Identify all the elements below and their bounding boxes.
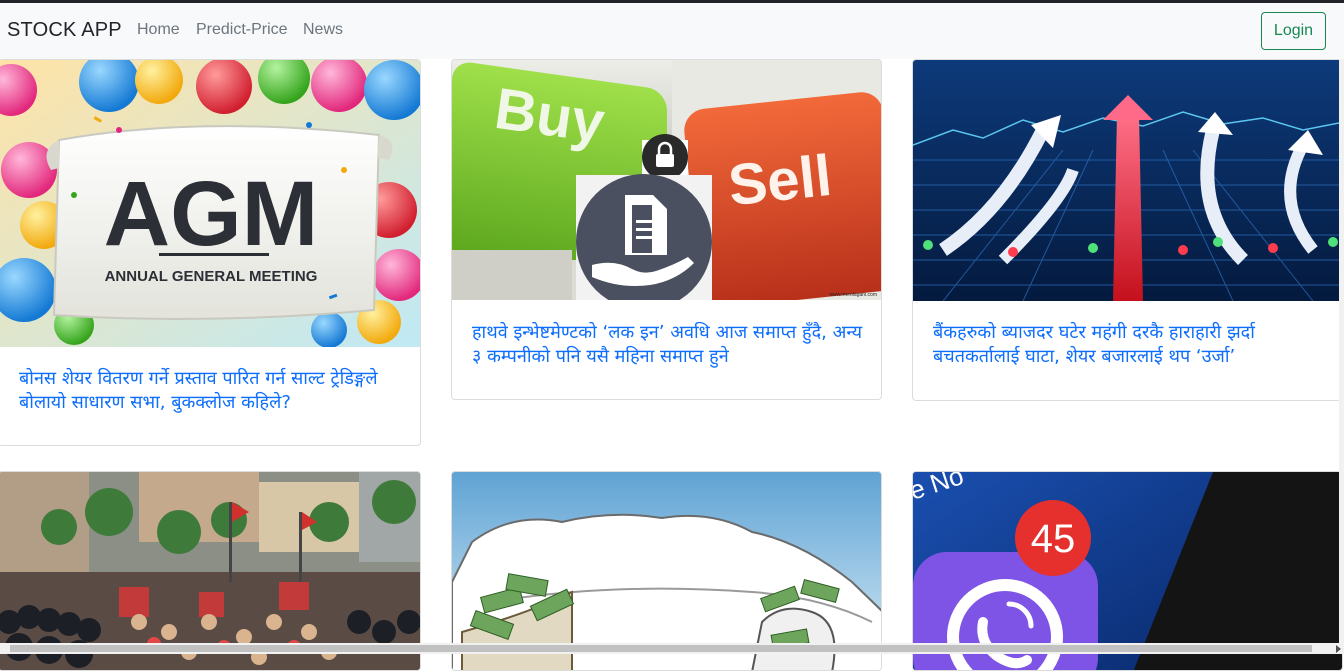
scroll-right-arrow-icon[interactable] <box>1336 645 1341 653</box>
horizontal-scrollbar[interactable] <box>0 643 1344 654</box>
sell-key-text: Sell <box>725 143 834 218</box>
vertical-scrollbar[interactable] <box>1339 59 1344 643</box>
login-button[interactable]: Login <box>1261 12 1326 50</box>
news-card-title[interactable]: हाथवे इन्भेष्टमेण्टको ‘लक इन’ अवधि आज सम… <box>472 321 867 369</box>
brand-logo[interactable]: STOCK APP <box>7 19 122 42</box>
news-card-title[interactable]: बैंकहरुको ब्याजदर घटेर महंगी दरकै हाराहा… <box>933 321 1328 369</box>
news-card-protest[interactable] <box>0 471 421 671</box>
buy-sell-keys-image[interactable]: Buy Sell www.merolagani.com <box>452 60 881 300</box>
news-card-money[interactable] <box>451 471 882 671</box>
news-card-buy-sell[interactable]: Buy Sell www.merolagani.com हाथवे इन्भेष… <box>451 59 882 400</box>
viber-notification-image[interactable]: e No 45 <box>913 472 1342 670</box>
agm-balloons-image[interactable]: AGM ANNUAL GENERAL MEETING <box>0 60 420 347</box>
news-card-agm[interactable]: AGM ANNUAL GENERAL MEETING बोनस शेयर वित… <box>0 59 421 446</box>
agm-heading-text: AGM <box>104 163 319 265</box>
nav-link-news[interactable]: News <box>303 21 343 39</box>
navbar: STOCK APP Home Predict-Price News Login <box>0 3 1344 59</box>
rising-arrows-image[interactable] <box>913 60 1342 301</box>
horizontal-scrollbar-thumb[interactable] <box>10 645 1312 652</box>
nav-link-predict-price[interactable]: Predict-Price <box>196 21 288 39</box>
nav-link-home[interactable]: Home <box>137 21 180 39</box>
news-card-title[interactable]: बोनस शेयर वितरण गर्ने प्रस्ताव पारित गर्… <box>19 367 406 415</box>
money-map-image[interactable] <box>452 472 881 670</box>
notification-count-badge: 45 <box>1031 517 1076 561</box>
image-credit-text: www.merolagani.com <box>829 292 877 298</box>
news-card-interest-rate[interactable]: बैंकहरुको ब्याजदर घटेर महंगी दरकै हाराहा… <box>912 59 1343 401</box>
news-card-viber[interactable]: e No 45 <box>912 471 1343 671</box>
agm-subheading-text: ANNUAL GENERAL MEETING <box>105 268 318 285</box>
protest-crowd-image[interactable] <box>0 472 420 670</box>
